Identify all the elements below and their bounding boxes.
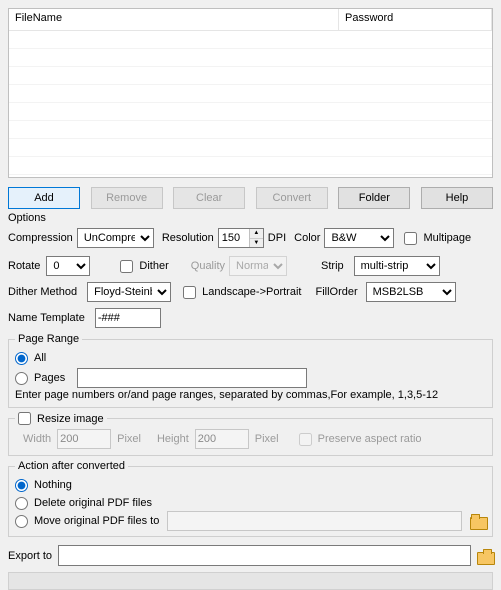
col-header-filename[interactable]: FileName — [9, 9, 339, 30]
page-range-all-wrap[interactable]: All — [15, 352, 46, 365]
dither-method-select[interactable]: Floyd-Steinb — [87, 282, 171, 302]
resize-legend-wrap[interactable]: Resize image — [15, 412, 107, 425]
page-range-pages-wrap[interactable]: Pages — [15, 372, 65, 385]
landscape-portrait-checkbox[interactable] — [183, 286, 196, 299]
resize-checkbox[interactable] — [18, 412, 31, 425]
resize-label: Resize image — [37, 413, 104, 425]
clear-button: Clear — [173, 187, 245, 209]
table-row — [9, 67, 492, 85]
preserve-aspect-label: Preserve aspect ratio — [318, 433, 422, 445]
name-template-label: Name Template — [8, 312, 85, 324]
rotate-select[interactable]: 0 — [46, 256, 90, 276]
col-header-password[interactable]: Password — [339, 9, 492, 30]
remove-button: Remove — [91, 187, 163, 209]
color-select[interactable]: B&W — [324, 228, 394, 248]
page-range-all-label: All — [34, 352, 46, 364]
quality-select: Normal — [229, 256, 287, 276]
multipage-checkbox-wrap[interactable]: Multipage — [404, 232, 471, 245]
action-nothing-label: Nothing — [34, 479, 72, 491]
folder-icon[interactable] — [470, 514, 486, 528]
table-row — [9, 121, 492, 139]
page-range-legend: Page Range — [15, 333, 82, 345]
convert-button: Convert — [256, 187, 328, 209]
dpi-label: DPI — [268, 232, 286, 244]
table-row — [9, 157, 492, 175]
resize-width-label: Width — [23, 433, 51, 445]
resize-height-unit: Pixel — [255, 433, 279, 445]
export-to-label: Export to — [8, 550, 52, 562]
resolution-spinner[interactable]: ▲▼ — [218, 228, 264, 248]
strip-select[interactable]: multi-strip — [354, 256, 440, 276]
strip-label: Strip — [321, 260, 344, 272]
help-button[interactable]: Help — [421, 187, 493, 209]
fillorder-label: FillOrder — [315, 286, 357, 298]
resolution-label: Resolution — [162, 232, 214, 244]
landscape-portrait-wrap[interactable]: Landscape->Portrait — [183, 286, 301, 299]
add-button[interactable]: Add — [8, 187, 80, 209]
resize-width-input — [57, 429, 111, 449]
folder-open-icon[interactable] — [477, 549, 493, 563]
compression-select[interactable]: UnCompress — [77, 228, 154, 248]
page-range-hint: Enter page numbers or/and page ranges, s… — [15, 389, 486, 401]
table-row — [9, 49, 492, 67]
resolution-input[interactable] — [219, 229, 249, 247]
resize-width-unit: Pixel — [117, 433, 141, 445]
dither-checkbox-wrap[interactable]: Dither — [120, 260, 168, 273]
preserve-aspect-wrap: Preserve aspect ratio — [299, 433, 422, 446]
multipage-label: Multipage — [423, 232, 471, 244]
action-nothing-radio[interactable] — [15, 479, 28, 492]
table-row — [9, 139, 492, 157]
table-row — [9, 31, 492, 49]
status-bar — [8, 572, 493, 590]
page-range-pages-input[interactable] — [77, 368, 307, 388]
compression-label: Compression — [8, 232, 73, 244]
dither-label: Dither — [139, 260, 168, 272]
table-row — [9, 85, 492, 103]
action-move-wrap[interactable]: Move original PDF files to — [15, 515, 159, 528]
dither-method-label: Dither Method — [8, 286, 77, 298]
action-delete-label: Delete original PDF files — [34, 497, 152, 509]
dither-checkbox[interactable] — [120, 260, 133, 273]
multipage-checkbox[interactable] — [404, 232, 417, 245]
page-range-all-radio[interactable] — [15, 352, 28, 365]
action-move-radio[interactable] — [15, 515, 28, 528]
action-after-group: Action after converted Nothing Delete or… — [8, 460, 493, 537]
fillorder-select[interactable]: MSB2LSB — [366, 282, 456, 302]
landscape-portrait-label: Landscape->Portrait — [202, 286, 301, 298]
action-after-legend: Action after converted — [15, 460, 128, 472]
rotate-label: Rotate — [8, 260, 40, 272]
preserve-aspect-checkbox — [299, 433, 312, 446]
resize-height-label: Height — [157, 433, 189, 445]
spin-down-icon[interactable]: ▼ — [250, 239, 263, 248]
options-label: Options — [8, 212, 493, 224]
folder-button[interactable]: Folder — [338, 187, 410, 209]
quality-label: Quality — [191, 260, 225, 272]
file-list-table[interactable]: FileName Password — [8, 8, 493, 178]
action-move-path-input — [167, 511, 462, 531]
name-template-input[interactable] — [95, 308, 161, 328]
page-range-group: Page Range All Pages Enter page numbers … — [8, 333, 493, 408]
action-nothing-wrap[interactable]: Nothing — [15, 479, 72, 492]
resize-group: Resize image Width Pixel Height Pixel Pr… — [8, 412, 493, 456]
action-delete-radio[interactable] — [15, 497, 28, 510]
action-move-label: Move original PDF files to — [34, 515, 159, 527]
action-delete-wrap[interactable]: Delete original PDF files — [15, 497, 152, 510]
resize-height-input — [195, 429, 249, 449]
page-range-pages-label: Pages — [34, 372, 65, 384]
page-range-pages-radio[interactable] — [15, 372, 28, 385]
table-row — [9, 103, 492, 121]
export-to-input[interactable] — [58, 545, 471, 566]
color-label: Color — [294, 232, 320, 244]
spin-up-icon[interactable]: ▲ — [250, 229, 263, 239]
